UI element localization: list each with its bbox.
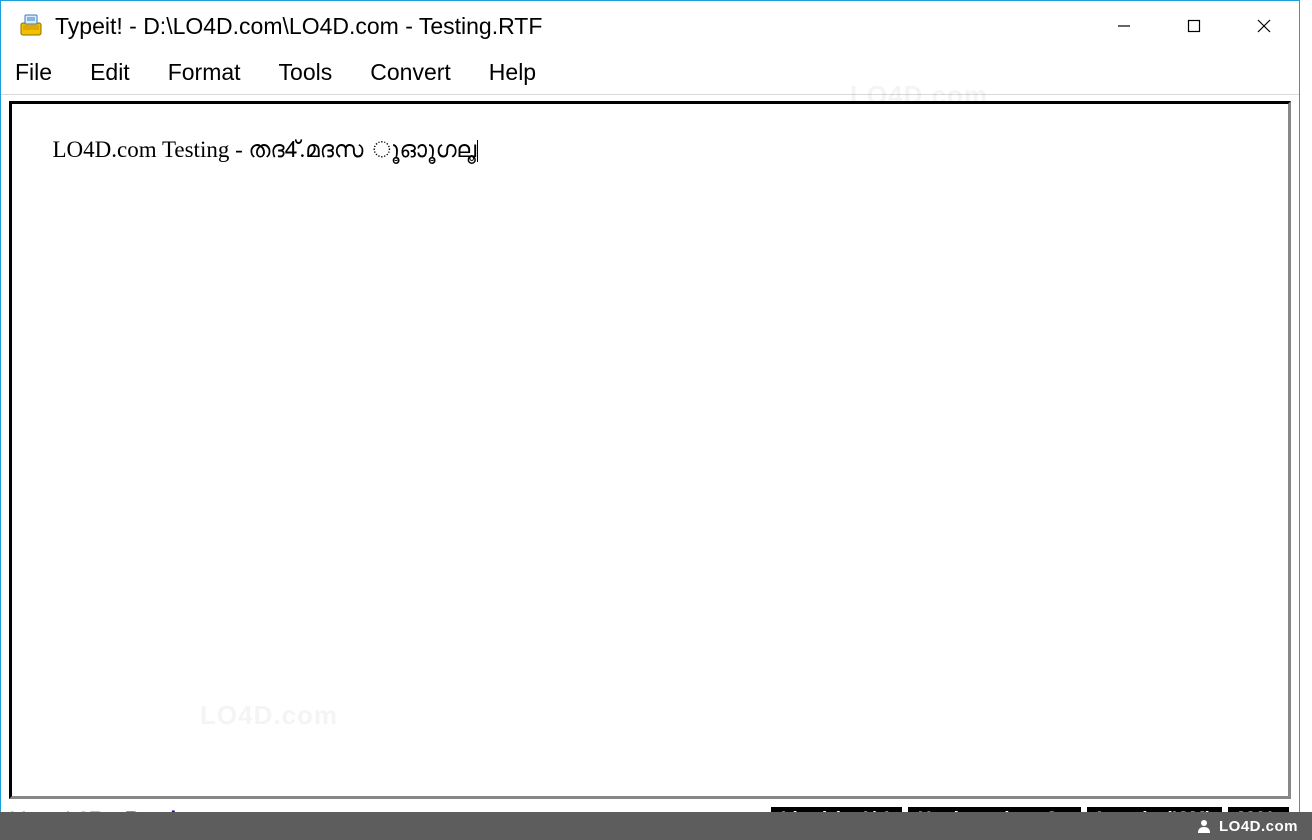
watermark-bar: LO4D.com: [0, 812, 1312, 840]
app-icon: [17, 12, 45, 40]
text-editor[interactable]: LO4D.com Testing - തദ4്.മദസ ൂഓൂഗലൂ: [9, 101, 1291, 799]
close-button[interactable]: [1229, 1, 1299, 51]
menu-help[interactable]: Help: [489, 59, 536, 86]
watermark-icon: [1195, 817, 1213, 835]
watermark-text: LO4D.com: [1219, 818, 1298, 835]
menu-bar: File Edit Format Tools Convert Help: [1, 51, 1299, 95]
editor-content: LO4D.com Testing - തദ4്.മദസ ൂഓൂഗലൂ: [53, 137, 477, 162]
app-window: Typeit! - D:\LO4D.com\LO4D.com - Testing…: [0, 0, 1300, 840]
window-title: Typeit! - D:\LO4D.com\LO4D.com - Testing…: [55, 13, 542, 40]
menu-edit[interactable]: Edit: [90, 59, 130, 86]
menu-tools[interactable]: Tools: [279, 59, 333, 86]
text-cursor: [477, 140, 478, 162]
title-bar: Typeit! - D:\LO4D.com\LO4D.com - Testing…: [1, 1, 1299, 51]
menu-file[interactable]: File: [15, 59, 52, 86]
window-controls: [1089, 1, 1299, 51]
menu-format[interactable]: Format: [168, 59, 241, 86]
menu-convert[interactable]: Convert: [370, 59, 451, 86]
maximize-button[interactable]: [1159, 1, 1229, 51]
minimize-button[interactable]: [1089, 1, 1159, 51]
editor-container: LO4D.com Testing - തദ4്.മദസ ൂഓൂഗലൂ: [1, 95, 1299, 801]
